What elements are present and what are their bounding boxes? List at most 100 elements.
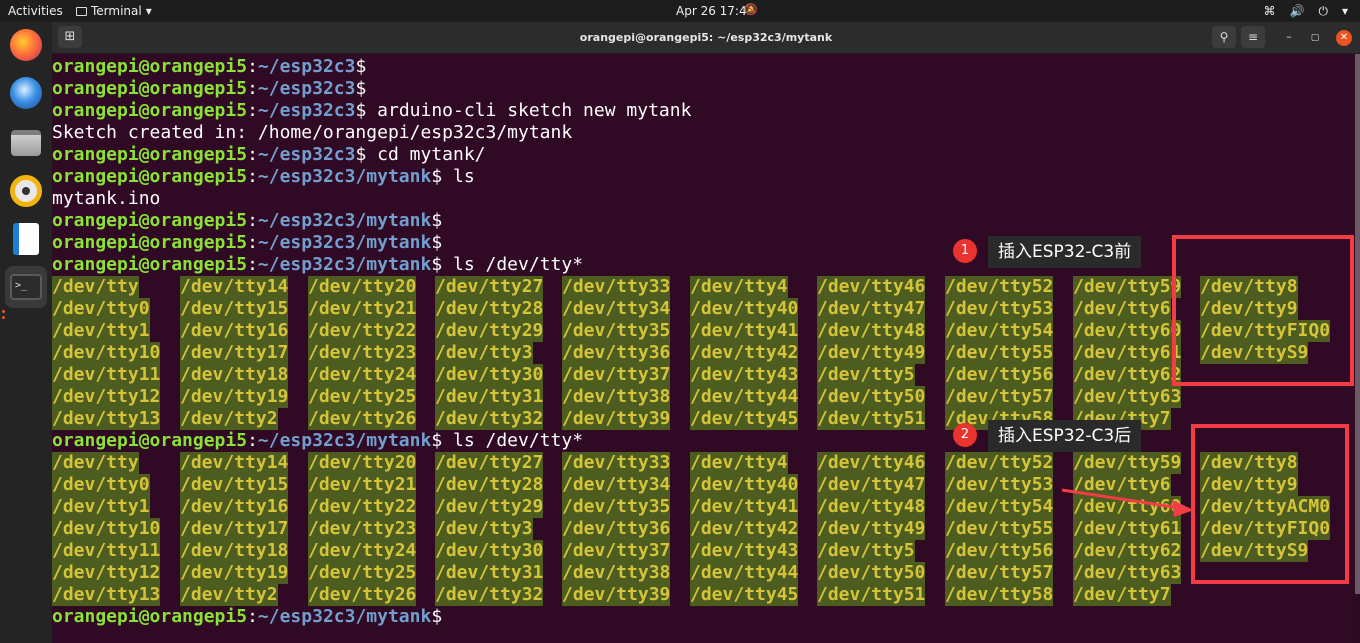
dock-terminal[interactable]: >_ <box>5 266 47 308</box>
terminal-line: orangepi@orangepi5:~/esp32c3$ <box>52 78 367 99</box>
tty-device-entry: /dev/tty63 <box>1073 562 1182 584</box>
prompt-path: ~/esp32c3 <box>257 56 356 77</box>
tty-device-entry: /dev/tty60 <box>1073 496 1182 518</box>
rhythmbox-icon <box>10 175 42 207</box>
app-menu-terminal[interactable]: Terminal ▾ <box>76 4 152 18</box>
tty-device-entry: /dev/tty34 <box>562 298 671 320</box>
tty-device-entry: /dev/tty62 <box>1073 540 1182 562</box>
tty-device-entry: /dev/tty26 <box>308 408 417 430</box>
terminal-line: orangepi@orangepi5:~/esp32c3$ <box>52 56 367 77</box>
terminal-line: orangepi@orangepi5:~/esp32c3/mytank$ ls … <box>52 254 584 275</box>
tty-device-entry: /dev/tty33 <box>562 276 671 298</box>
tty-device-entry: /dev/tty40 <box>690 298 799 320</box>
tty-device-entry: /dev/tty15 <box>180 298 289 320</box>
tty-device-entry: /dev/tty62 <box>1073 364 1182 386</box>
tty-device-entry: /dev/tty14 <box>180 452 289 474</box>
prompt-path: ~/esp32c3/mytank <box>257 232 432 253</box>
tty-device-entry: /dev/tty1 <box>52 496 150 518</box>
tty-device-entry: /dev/tty19 <box>180 562 289 584</box>
scrollbar-thumb[interactable] <box>1355 54 1360 594</box>
prompt-path: ~/esp32c3 <box>257 144 356 165</box>
minimize-button[interactable]: – <box>1281 30 1297 46</box>
tty-device-entry: /dev/tty30 <box>435 540 544 562</box>
tty-device-entry: /dev/tty46 <box>817 276 926 298</box>
tty-device-entry: /dev/tty43 <box>690 540 799 562</box>
tty-device-entry: /dev/tty57 <box>945 562 1054 584</box>
dock-firefox[interactable] <box>5 24 47 66</box>
command-text: arduino-cli sketch new mytank <box>366 100 692 121</box>
tty-device-entry: /dev/tty11 <box>52 364 161 386</box>
dock-thunderbird[interactable] <box>5 72 47 114</box>
tty-device-entry: /dev/tty48 <box>817 496 926 518</box>
tty-device-entry: /dev/tty33 <box>562 452 671 474</box>
tty-device-entry: /dev/tty3 <box>435 518 533 540</box>
prompt-path: ~/esp32c3/mytank <box>257 606 432 627</box>
tty-device-entry: /dev/tty27 <box>435 276 544 298</box>
tty-device-entry: /dev/tty45 <box>690 584 799 606</box>
tty-device-entry: /dev/tty28 <box>435 474 544 496</box>
tty-device-entry: /dev/tty18 <box>180 540 289 562</box>
close-button[interactable]: ✕ <box>1336 30 1352 46</box>
tty-device-entry: /dev/tty41 <box>690 320 799 342</box>
dock-rhythmbox[interactable] <box>5 170 47 212</box>
tty-device-entry: /dev/tty15 <box>180 474 289 496</box>
tty-device-entry: /dev/tty <box>52 276 139 298</box>
thunderbird-icon <box>10 77 42 109</box>
dock-files[interactable] <box>5 122 47 164</box>
terminal-line: orangepi@orangepi5:~/esp32c3/mytank$ <box>52 232 443 253</box>
prompt-user: orangepi@orangepi5 <box>52 430 248 451</box>
activities-button[interactable]: Activities <box>8 4 63 18</box>
prompt-user: orangepi@orangepi5 <box>52 166 248 187</box>
tty-device-entry: /dev/tty23 <box>308 342 417 364</box>
tty-device-entry: /dev/tty44 <box>690 386 799 408</box>
tty-device-entry: /dev/tty19 <box>180 386 289 408</box>
annotation-note-after: 插入ESP32-C3后 <box>988 420 1142 452</box>
prompt-user: orangepi@orangepi5 <box>52 254 248 275</box>
tty-device-entry: /dev/tty27 <box>435 452 544 474</box>
terminal-small-icon <box>76 6 87 16</box>
window-title: orangepi@orangepi5: ~/esp32c3/mytank <box>579 31 833 44</box>
tty-device-entry: /dev/tty37 <box>562 540 671 562</box>
hamburger-menu-button[interactable]: ≡ <box>1241 26 1265 48</box>
tty-device-entry: /dev/tty60 <box>1073 320 1182 342</box>
tty-device-entry: /dev/tty30 <box>435 364 544 386</box>
prompt-user: orangepi@orangepi5 <box>52 56 248 77</box>
tty-device-entry: /dev/tty17 <box>180 342 289 364</box>
chevron-down-icon: ▾ <box>1341 4 1348 18</box>
dock-writer[interactable] <box>5 218 47 260</box>
tty-device-entry: /dev/tty28 <box>435 298 544 320</box>
tty-device-entry: /dev/tty12 <box>52 386 161 408</box>
tty-device-entry: /dev/tty50 <box>817 562 926 584</box>
tty-device-entry: /dev/tty52 <box>945 276 1054 298</box>
tty-device-entry: /dev/tty55 <box>945 518 1054 540</box>
running-indicator <box>2 310 5 313</box>
tty-device-entry: /dev/tty22 <box>308 320 417 342</box>
tty-device-entry: /dev/tty <box>52 452 139 474</box>
tty-device-entry: /dev/tty49 <box>817 342 926 364</box>
tty-device-entry: /dev/tty53 <box>945 298 1054 320</box>
maximize-button[interactable]: ▢ <box>1307 30 1323 46</box>
tty-device-entry: /dev/tty6 <box>1073 474 1171 496</box>
tty-device-entry: /dev/tty12 <box>52 562 161 584</box>
tty-device-entry: /dev/tty29 <box>435 320 544 342</box>
tty-device-entry: /dev/tty38 <box>562 386 671 408</box>
clock[interactable]: Apr 26 17:44 <box>676 4 754 18</box>
tty-device-entry: /dev/tty54 <box>945 320 1054 342</box>
search-icon: ⚲ <box>1219 30 1229 44</box>
tty-device-entry: /dev/tty5 <box>817 364 915 386</box>
terminal-output[interactable]: orangepi@orangepi5:~/esp32c3$ orangepi@o… <box>52 56 1348 643</box>
tty-device-entry: /dev/tty46 <box>817 452 926 474</box>
tty-device-entry: /dev/tty35 <box>562 496 671 518</box>
running-indicator <box>2 316 5 319</box>
tty-device-entry: /dev/tty59 <box>1073 452 1182 474</box>
tty-device-entry: /dev/tty59 <box>1073 276 1182 298</box>
terminal-line: mytank.ino <box>52 188 161 209</box>
prompt-path: ~/esp32c3/mytank <box>257 254 432 275</box>
prompt-path: ~/esp32c3/mytank <box>257 430 432 451</box>
search-button[interactable]: ⚲ <box>1212 26 1236 48</box>
system-tray[interactable]: ⌘ 🔊 ⏻ ▾ <box>1264 4 1348 19</box>
network-icon: ⌘ <box>1263 4 1276 18</box>
tty-device-entry: /dev/tty36 <box>562 342 671 364</box>
prompt-user: orangepi@orangepi5 <box>52 78 248 99</box>
tty-device-entry: /dev/tty36 <box>562 518 671 540</box>
